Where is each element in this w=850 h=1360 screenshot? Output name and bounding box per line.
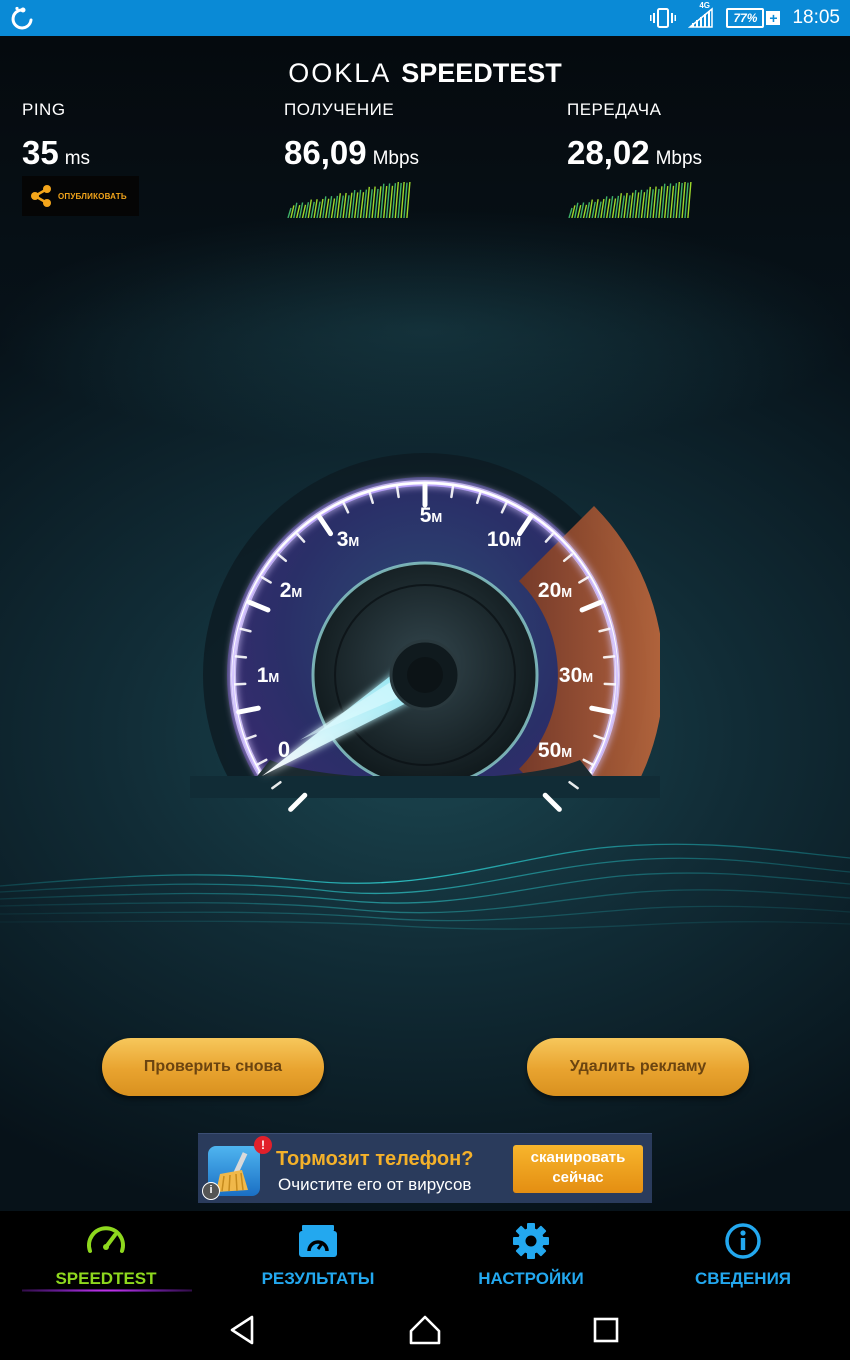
signal-icon bbox=[688, 7, 714, 28]
tab-speedtest-label: SPEEDTEST bbox=[55, 1269, 157, 1288]
status-bar: 4G 77% + 18:05 bbox=[0, 0, 850, 36]
home-icon[interactable] bbox=[408, 1313, 442, 1347]
tab-about-label: СВЕДЕНИЯ bbox=[694, 1269, 792, 1288]
retest-button[interactable]: Проверить снова bbox=[102, 1038, 324, 1096]
speedometer: 0 1M 2M 3M 5M 10M 20M 30M 50M bbox=[190, 453, 660, 812]
ad-info-icon[interactable]: i bbox=[202, 1182, 220, 1200]
gauge-minor-tick bbox=[395, 485, 400, 499]
speedtest-screen: OOKLA SPEEDTEST PING 35 ms ПОЛУЧЕНИЕ 86,09… bbox=[0, 36, 850, 1211]
tab-settings[interactable]: НАСТРОЙКИ bbox=[425, 1211, 637, 1299]
ad-subline: Очистите его от вирусов bbox=[278, 1175, 472, 1194]
gauge-minor-tick bbox=[602, 655, 616, 659]
recent-apps-icon[interactable] bbox=[589, 1313, 623, 1347]
battery-icon: 77% + bbox=[726, 8, 781, 28]
active-tab-indicator bbox=[22, 1289, 192, 1292]
gauge-minor-tick bbox=[450, 485, 455, 499]
ad-headline: Тормозит телефон? bbox=[276, 1148, 474, 1170]
sync-icon bbox=[11, 6, 33, 30]
info-icon bbox=[725, 1223, 761, 1259]
results-folder-icon bbox=[299, 1225, 337, 1257]
system-navigation-bar bbox=[0, 1299, 850, 1360]
ad-alert-badge: ! bbox=[254, 1136, 272, 1154]
gauge-minor-tick bbox=[234, 655, 248, 659]
clock: 18:05 bbox=[792, 7, 840, 28]
tab-results-label: РЕЗУЛЬТАТЫ bbox=[261, 1269, 375, 1288]
gear-icon bbox=[513, 1223, 549, 1259]
tab-settings-label: НАСТРОЙКИ bbox=[478, 1269, 584, 1288]
tab-speedtest[interactable]: SPEEDTEST bbox=[0, 1211, 212, 1299]
tab-about[interactable]: СВЕДЕНИЯ bbox=[637, 1211, 849, 1299]
ad-cta-line2: сейчас bbox=[552, 1169, 604, 1186]
remove-ads-button[interactable]: Удалить рекламу bbox=[527, 1038, 749, 1096]
back-icon[interactable] bbox=[226, 1313, 260, 1347]
speedometer-icon bbox=[87, 1226, 125, 1253]
tab-results[interactable]: РЕЗУЛЬТАТЫ bbox=[212, 1211, 424, 1299]
ad-cta-line1: сканировать bbox=[530, 1149, 626, 1166]
charging-icon: + bbox=[766, 11, 781, 25]
ad-cta-button[interactable]: сканировать сейчас bbox=[513, 1145, 643, 1193]
ad-banner[interactable]: ! Тормозит телефон? Очистите его от виру… bbox=[198, 1133, 652, 1203]
bottom-navigation: SPEEDTEST РЕЗУЛЬТАТЫ НАСТРОЙКИ СВЕДЕНИЯ bbox=[0, 1211, 850, 1299]
vibrate-icon bbox=[650, 8, 677, 28]
battery-level: 77% bbox=[726, 8, 765, 28]
